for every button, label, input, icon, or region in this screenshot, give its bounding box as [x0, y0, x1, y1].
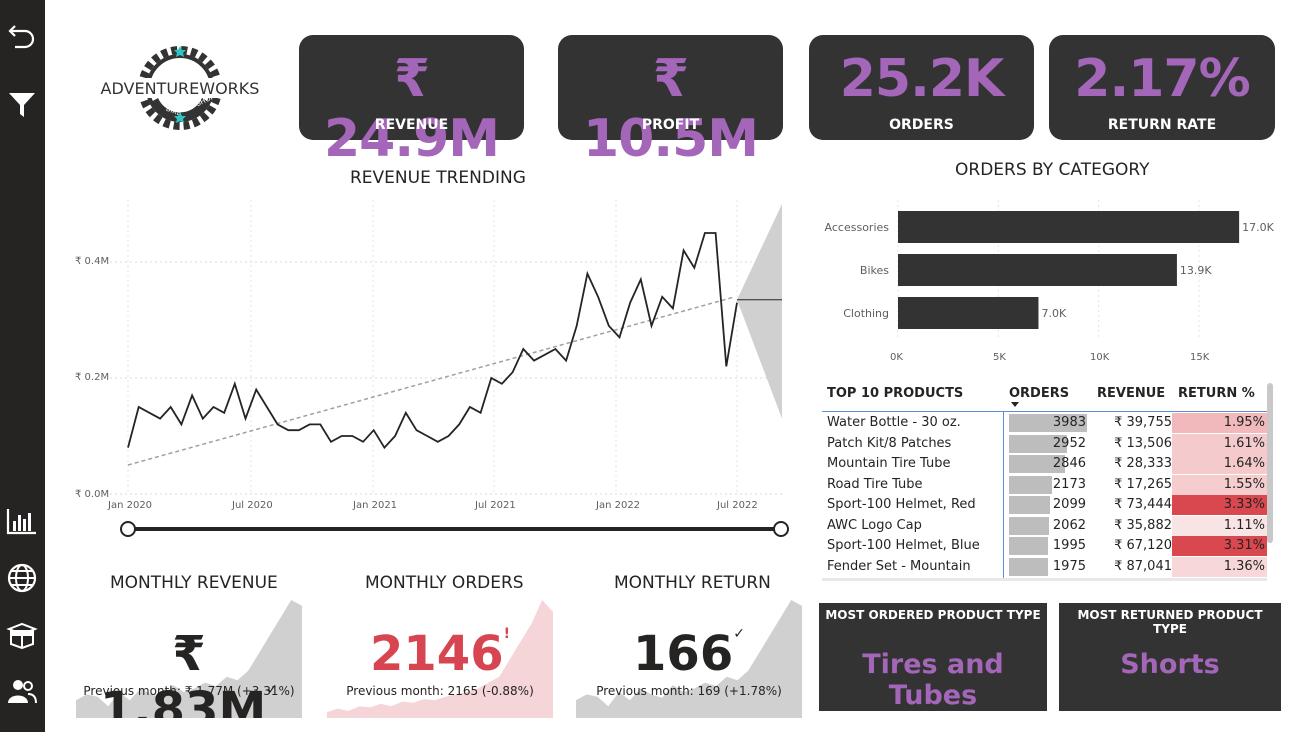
date-range-slider-track[interactable] [128, 527, 782, 531]
date-range-handle-start[interactable] [120, 521, 136, 537]
product-return: 3.33% [1172, 495, 1267, 515]
x-tick: 5K [993, 352, 1006, 363]
product-return: 1.64% [1172, 454, 1267, 474]
monthly-return-value: 166 [633, 626, 734, 682]
col-header-product[interactable]: TOP 10 PRODUCTS [827, 386, 963, 401]
product-name: Water Bottle - 30 oz. [827, 415, 961, 430]
product-return: 1.61% [1172, 433, 1267, 454]
most-returned-value: Shorts [1120, 649, 1220, 680]
sort-desc-icon [1011, 402, 1019, 407]
monthly-return-previous: Previous month: 169 (+1.78%) [596, 684, 782, 698]
most-returned-card: MOST RETURNED PRODUCT TYPE Shorts [1059, 603, 1281, 711]
col-header-return[interactable]: RETURN % [1178, 386, 1255, 401]
status-alert-icon: ! [503, 626, 510, 642]
product-revenue: ₹ 39,755 [1114, 415, 1172, 430]
table-row[interactable]: Sport-100 Helmet, Blue 1995 ₹ 67,120 3.31% [822, 536, 1267, 556]
category-bar [898, 254, 1177, 286]
product-revenue: ₹ 87,041 [1114, 558, 1172, 574]
monthly-orders-previous: Previous month: 2165 (-0.88%) [346, 684, 534, 698]
product-orders: 3983 [1052, 415, 1086, 430]
product-return: 1.55% [1172, 474, 1267, 495]
most-ordered-card: MOST ORDERED PRODUCT TYPE Tires and Tube… [819, 603, 1047, 711]
date-range-handle-end[interactable] [773, 521, 789, 537]
product-name: Road Tire Tube [827, 476, 923, 492]
product-return: 3.31% [1172, 536, 1267, 556]
monthly-orders-value: 2146 [370, 626, 504, 682]
most-ordered-value: Tires and Tubes [862, 649, 1004, 711]
product-orders: 2062 [1052, 517, 1086, 533]
product-revenue: ₹ 35,882 [1114, 517, 1172, 533]
data-label: 17.0K [1242, 221, 1274, 234]
product-return: 1.95% [1172, 413, 1267, 433]
most-ordered-title: MOST ORDERED PRODUCT TYPE [825, 608, 1041, 622]
table-row[interactable]: Water Bottle - 30 oz. 3983 ₹ 39,755 1.95% [822, 413, 1267, 433]
category-bar [898, 297, 1039, 329]
product-orders: 1975 [1052, 558, 1086, 574]
data-label: 13.9K [1180, 264, 1212, 277]
data-label: 7.0K [1041, 307, 1066, 320]
monthly-revenue-value: ₹ 1.83M [100, 626, 267, 718]
category-bar [898, 211, 1240, 243]
col-header-revenue[interactable]: REVENUE [1097, 386, 1165, 401]
orders-by-category-chart: Accessories 17.0K Bikes 13.9K Clothing 7.0K [825, 200, 1275, 340]
product-revenue: ₹ 28,333 [1114, 456, 1172, 471]
product-name: Mountain Tire Tube [827, 456, 951, 471]
col-header-orders[interactable]: ORDERS [1009, 386, 1069, 401]
product-orders: 2099 [1052, 497, 1086, 512]
status-check-icon: ✓ [733, 626, 745, 642]
product-name: Patch Kit/8 Patches [827, 435, 952, 451]
product-revenue: ₹ 13,506 [1114, 435, 1172, 451]
monthly-orders-card: 2146! Previous month: 2165 (-0.88%) [327, 598, 553, 718]
v-scrollbar[interactable] [1267, 383, 1273, 543]
users-icon[interactable] [3, 672, 41, 710]
product-name: Sport-100 Helmet, Blue [827, 538, 980, 553]
table-row[interactable]: Mountain Tire Tube 2846 ₹ 28,333 1.64% [822, 454, 1267, 474]
table-row[interactable]: Road Tire Tube 2173 ₹ 17,265 1.55% [822, 474, 1267, 495]
product-orders: 2173 [1052, 476, 1086, 492]
table-row[interactable]: AWC Logo Cap 2062 ₹ 35,882 1.11% [822, 515, 1267, 536]
table-row[interactable]: Patch Kit/8 Patches 2952 ₹ 13,506 1.61% [822, 433, 1267, 454]
monthly-revenue-previous: Previous month: ₹ 1.77M (+3.31%) [83, 684, 295, 698]
monthly-revenue-title: MONTHLY REVENUE [110, 573, 278, 593]
x-tick: 0K [890, 352, 903, 363]
category-label: Accessories [825, 221, 890, 234]
product-revenue: ₹ 17,265 [1114, 476, 1172, 492]
x-tick: 15K [1190, 352, 1210, 363]
product-return: 1.36% [1172, 556, 1267, 577]
header-divider [822, 411, 1267, 412]
monthly-revenue-card: ₹ 1.83M✓ Previous month: ₹ 1.77M (+3.31%… [76, 598, 302, 718]
globe-icon[interactable] [3, 559, 41, 597]
x-tick: 10K [1090, 352, 1110, 363]
product-revenue: ₹ 67,120 [1114, 538, 1172, 553]
product-orders: 2846 [1052, 456, 1086, 471]
product-revenue: ₹ 73,444 [1114, 497, 1172, 512]
box-icon[interactable] [3, 616, 41, 654]
category-label: Clothing [843, 307, 889, 320]
product-name: AWC Logo Cap [827, 517, 922, 533]
table-row[interactable]: Fender Set - Mountain 1975 ₹ 87,041 1.36% [822, 556, 1267, 577]
category-label: Bikes [860, 264, 889, 277]
most-returned-title: MOST RETURNED PRODUCT TYPE [1077, 608, 1263, 636]
product-orders: 2952 [1052, 435, 1086, 451]
monthly-return-card: 166✓ Previous month: 169 (+1.78%) [576, 598, 802, 718]
product-return: 1.11% [1172, 515, 1267, 536]
monthly-return-title: MONTHLY RETURN [614, 573, 771, 593]
monthly-orders-title: MONTHLY ORDERS [365, 573, 524, 593]
h-scrollbar[interactable] [822, 578, 1267, 581]
product-orders: 1995 [1052, 538, 1086, 553]
product-name: Sport-100 Helmet, Red [827, 497, 976, 512]
product-name: Fender Set - Mountain [827, 558, 971, 574]
table-row[interactable]: Sport-100 Helmet, Red 2099 ₹ 73,444 3.33% [822, 495, 1267, 515]
